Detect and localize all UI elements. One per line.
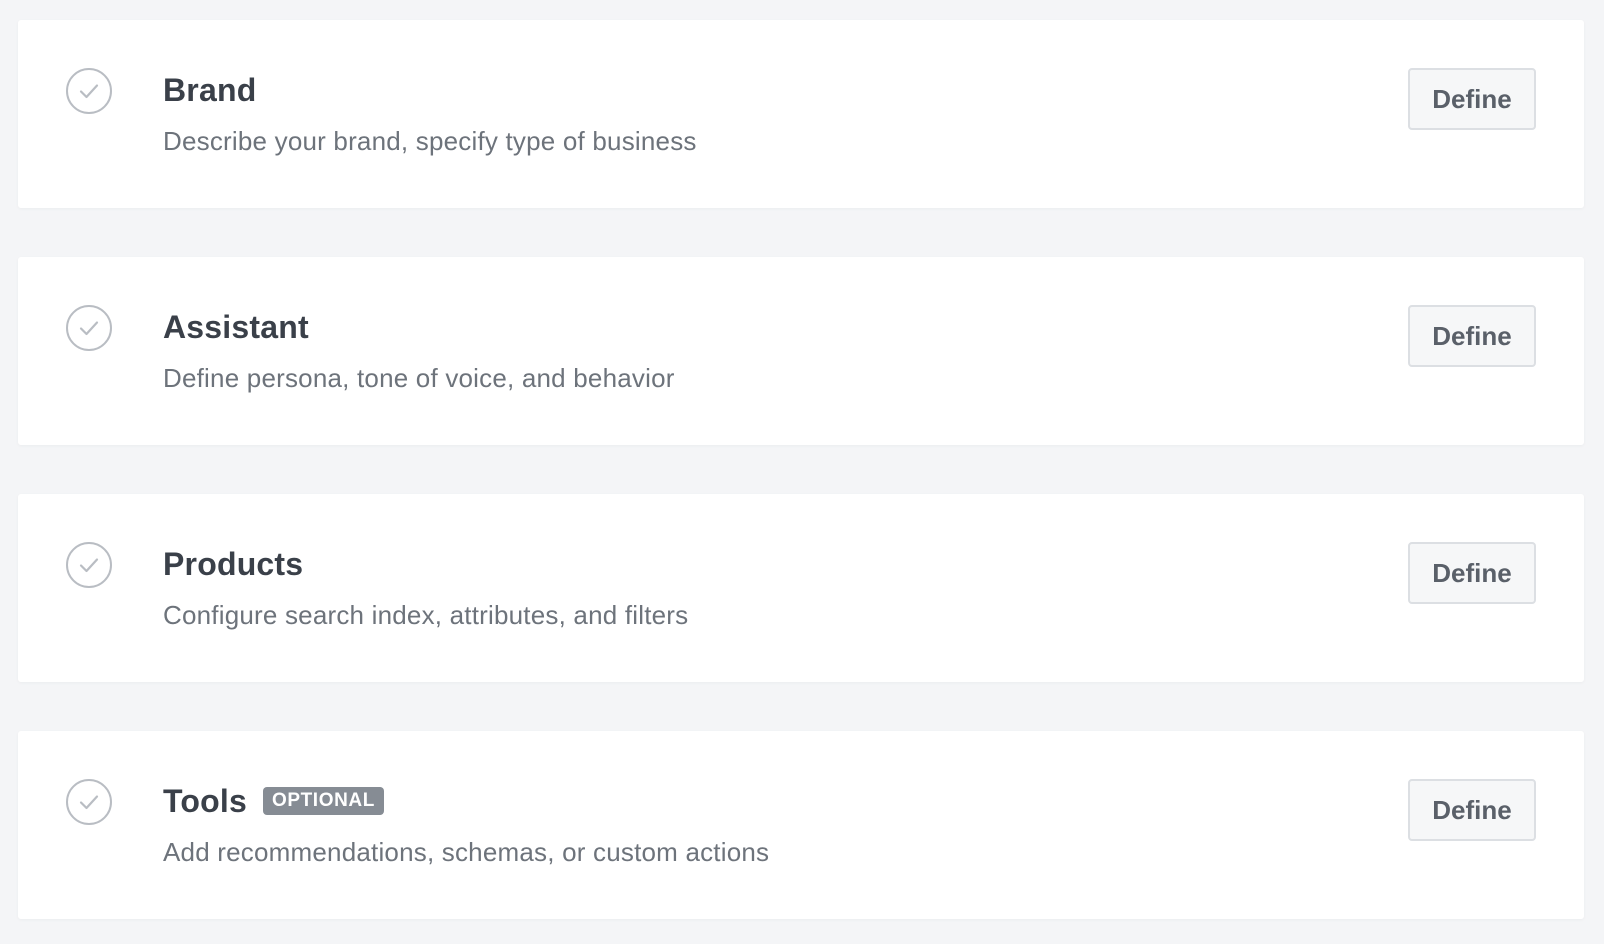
step-card-brand: Brand Describe your brand, specify type … [18,20,1584,208]
step-card-tools: Tools OPTIONAL Add recommendations, sche… [18,731,1584,919]
step-title: Brand [163,71,257,108]
step-title: Assistant [163,308,309,345]
step-description: Configure search index, attributes, and … [163,600,689,630]
check-circle-icon [66,305,112,351]
step-description: Add recommendations, schemas, or custom … [163,837,770,867]
step-title-row: Brand [163,70,256,110]
step-description: Define persona, tone of voice, and behav… [163,363,675,393]
optional-badge: OPTIONAL [262,787,384,815]
check-circle-icon [66,68,112,114]
define-assistant-button[interactable]: Define [1408,305,1536,367]
step-title-row: Products [163,544,303,584]
step-title-row: Tools OPTIONAL [163,781,384,821]
step-title-row: Assistant [163,307,309,347]
check-circle-icon [66,542,112,588]
step-description: Describe your brand, specify type of bus… [163,126,697,156]
define-tools-button[interactable]: Define [1408,779,1536,841]
setup-steps-list: Brand Describe your brand, specify type … [18,20,1584,919]
step-card-assistant: Assistant Define persona, tone of voice,… [18,257,1584,445]
define-products-button[interactable]: Define [1408,542,1536,604]
step-card-products: Products Configure search index, attribu… [18,494,1584,682]
step-title: Tools [163,782,247,819]
define-brand-button[interactable]: Define [1408,68,1536,130]
step-title: Products [163,545,304,582]
check-circle-icon [66,779,112,825]
